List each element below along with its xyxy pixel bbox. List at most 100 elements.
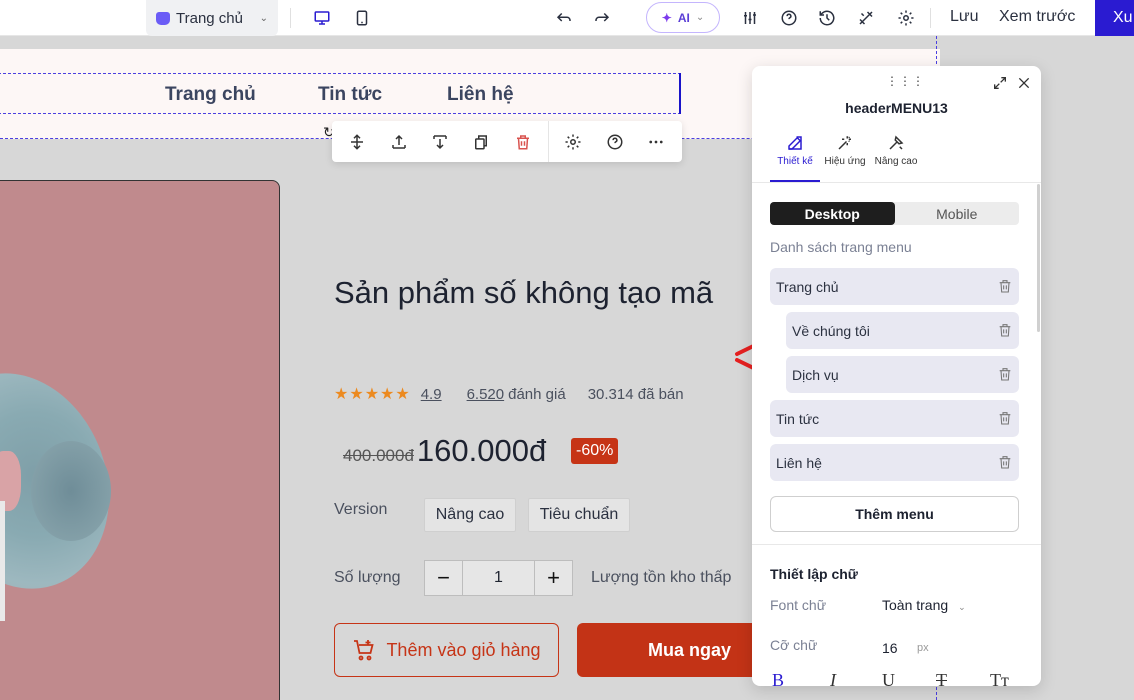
- save-button[interactable]: Lưu: [950, 8, 979, 26]
- price-row: 400.000đ 160.000đ: [343, 433, 546, 469]
- top-toolbar: Trang chủ ⌄ ✦ AI ⌄ Lưu Xem trước Xu: [0, 0, 1134, 36]
- element-toolbar: [332, 121, 682, 162]
- cart-icon: [354, 640, 375, 661]
- mobile-view-icon[interactable]: [350, 6, 374, 30]
- underline-button[interactable]: U: [882, 670, 895, 686]
- old-price: 400.000đ: [343, 446, 414, 465]
- increment-button[interactable]: +: [535, 561, 572, 595]
- version-option-standard[interactable]: Tiêu chuẩn: [528, 498, 630, 532]
- plate-inner-shape: [31, 441, 111, 541]
- redo-icon[interactable]: [590, 6, 614, 30]
- strikethrough-button[interactable]: T: [936, 670, 947, 686]
- font-select[interactable]: Toàn trang ⌄: [882, 597, 966, 613]
- trash-icon[interactable]: [997, 322, 1013, 338]
- menu-item-label: Trang chủ: [776, 278, 839, 295]
- desktop-view-icon[interactable]: [310, 6, 334, 30]
- move-down-icon[interactable]: [429, 131, 451, 153]
- trash-icon[interactable]: [997, 366, 1013, 382]
- delete-icon[interactable]: [512, 131, 534, 153]
- sparkle-icon: ✦: [661, 10, 672, 25]
- menu-item[interactable]: Tin tức: [770, 400, 1019, 437]
- tab-advanced-label: Nâng cao: [874, 156, 918, 167]
- settings-panel: ⋮⋮⋮ headerMENU13 Thiết kế Hiệu ứng Nâng …: [752, 66, 1041, 686]
- close-icon[interactable]: [1016, 75, 1032, 91]
- ai-button[interactable]: ✦ AI ⌄: [646, 2, 720, 33]
- header-link-news[interactable]: Tin tức: [318, 84, 382, 106]
- magic-wand-icon: [838, 136, 851, 150]
- sliders-icon[interactable]: [738, 6, 762, 30]
- trash-icon[interactable]: [997, 454, 1013, 470]
- menu-item-label: Liên hệ: [776, 454, 822, 471]
- review-count[interactable]: 6.520: [467, 386, 505, 403]
- tab-advanced[interactable]: Nâng cao: [863, 134, 929, 167]
- resize-handle[interactable]: [679, 73, 681, 114]
- drag-handle-icon[interactable]: ⋮⋮⋮: [886, 74, 925, 88]
- move-up-icon[interactable]: [388, 131, 410, 153]
- bold-button[interactable]: B: [772, 670, 784, 686]
- device-toggle: Desktop Mobile: [770, 202, 1019, 225]
- header-link-contact[interactable]: Liên hệ: [447, 84, 514, 106]
- settings-icon[interactable]: [562, 131, 584, 153]
- font-size-unit: px: [917, 642, 929, 654]
- add-menu-button[interactable]: Thêm menu: [770, 496, 1019, 532]
- review-suffix: đánh giá: [508, 385, 566, 403]
- chevron-down-icon: ⌄: [259, 12, 268, 24]
- font-size-label: Cỡ chữ: [770, 637, 818, 653]
- stick-shape: [0, 501, 5, 621]
- font-size-input[interactable]: 16: [882, 640, 898, 656]
- stock-status: Lượng tồn kho thấp: [591, 569, 732, 586]
- expand-icon[interactable]: [992, 75, 1008, 91]
- sold-count: 30.314 đã bán: [587, 385, 684, 403]
- divider: [752, 544, 1041, 545]
- decrement-button[interactable]: −: [425, 561, 462, 595]
- divider: [752, 182, 1041, 183]
- divider: [548, 121, 549, 162]
- menu-item[interactable]: Về chúng tôi: [786, 312, 1019, 349]
- font-select-value: Toàn trang: [882, 597, 949, 613]
- trash-icon[interactable]: [997, 410, 1013, 426]
- more-icon[interactable]: [645, 131, 667, 153]
- help-icon[interactable]: [604, 131, 626, 153]
- quantity-input[interactable]: 1: [462, 561, 535, 595]
- add-to-cart-button[interactable]: Thêm vào giỏ hàng: [334, 623, 559, 677]
- italic-button[interactable]: I: [830, 670, 836, 686]
- publish-button[interactable]: Xu: [1095, 0, 1134, 36]
- settings-icon[interactable]: [894, 6, 918, 30]
- panel-scrollbar[interactable]: [1037, 184, 1040, 332]
- undo-icon[interactable]: [552, 6, 576, 30]
- page-selector-label: Trang chủ: [176, 9, 243, 27]
- menu-item-label: Tin tức: [776, 410, 820, 427]
- new-price: 160.000đ: [416, 433, 547, 468]
- edit-icon: [788, 136, 802, 150]
- tools-icon[interactable]: [854, 6, 878, 30]
- rating-row: ★★★★★ 4.9 6.520 đánh giá 30.314 đã bán: [334, 384, 684, 404]
- menu-item[interactable]: Liên hệ: [770, 444, 1019, 481]
- discount-badge: -60%: [571, 438, 619, 464]
- menu-item[interactable]: Dịch vụ: [786, 356, 1019, 393]
- trash-icon[interactable]: [997, 278, 1013, 294]
- page-selector[interactable]: Trang chủ ⌄: [146, 0, 278, 36]
- menu-item-label: Dịch vụ: [792, 366, 839, 383]
- star-icons: ★★★★★: [334, 386, 411, 403]
- preview-button[interactable]: Xem trước: [999, 8, 1075, 26]
- ai-label: AI: [677, 10, 690, 25]
- panel-title: headerMENU13: [845, 100, 948, 116]
- move-vertical-icon[interactable]: [346, 131, 368, 153]
- duplicate-icon[interactable]: [470, 131, 492, 153]
- page-icon: [156, 11, 170, 25]
- history-icon[interactable]: [815, 6, 839, 30]
- segment-mobile[interactable]: Mobile: [895, 202, 1020, 225]
- help-icon[interactable]: [777, 6, 801, 30]
- header-link-home[interactable]: Trang chủ: [165, 84, 256, 106]
- menu-list-label: Danh sách trang menu: [770, 239, 912, 255]
- menu-item[interactable]: Trang chủ: [770, 268, 1019, 305]
- segment-desktop[interactable]: Desktop: [770, 202, 895, 225]
- product-title: Sản phẩm số không tạo mã: [334, 275, 714, 310]
- version-option-advanced[interactable]: Nâng cao: [424, 498, 516, 532]
- divider: [290, 8, 291, 28]
- text-case-button[interactable]: Tт: [990, 670, 1009, 686]
- product-image[interactable]: [0, 180, 280, 700]
- rating-value[interactable]: 4.9: [421, 386, 442, 403]
- version-label: Version: [334, 501, 388, 518]
- quantity-label: Số lượng: [334, 569, 401, 586]
